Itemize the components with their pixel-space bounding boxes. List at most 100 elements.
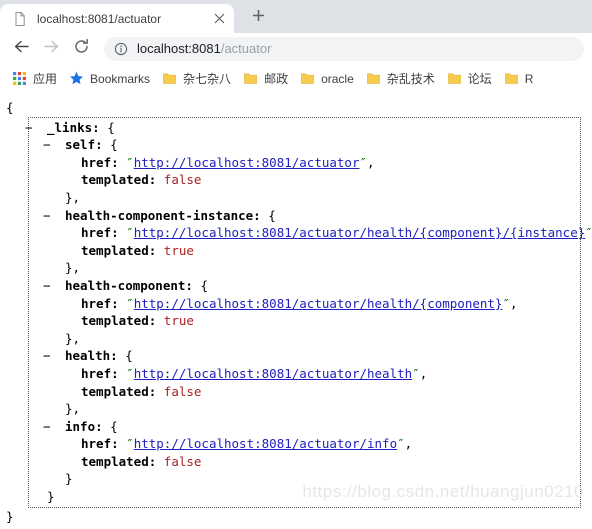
json-href-link[interactable]: http://localhost:8081/actuator/health: [134, 366, 412, 381]
json-href-link[interactable]: http://localhost:8081/actuator/health/{c…: [134, 296, 503, 311]
bookmarks-bar: 应用 Bookmarks 杂七杂八 邮政 oracle 杂乱技术 论坛 R: [0, 65, 592, 93]
json-comma: ,: [404, 436, 413, 452]
json-templated-key: templated:: [81, 313, 157, 329]
bookmark-apps[interactable]: 应用: [6, 68, 63, 90]
close-icon[interactable]: [210, 10, 228, 28]
collapse-toggle-entry[interactable]: −: [43, 347, 65, 365]
json-href-link[interactable]: http://localhost:8081/actuator/info: [134, 436, 397, 451]
json-quote-open: ″: [126, 225, 134, 241]
json-templated-row: templated: true: [29, 242, 580, 260]
json-entry-header: − self: {: [29, 136, 580, 154]
json-templated-value: false: [163, 453, 202, 469]
tab-title: localhost:8081/actuator: [37, 11, 162, 26]
json-entry-header: − info: {: [29, 418, 580, 436]
bookmark-label: 杂七杂八: [183, 71, 232, 86]
json-templated-key: templated:: [81, 383, 157, 399]
json-quote-open: ″: [126, 365, 134, 381]
back-button[interactable]: [8, 36, 34, 62]
collapse-toggle-entry[interactable]: −: [43, 136, 65, 154]
browser-toolbar: localhost:8081/actuator: [0, 33, 592, 65]
json-quote-open: ″: [126, 154, 134, 170]
json-href-key: href:: [81, 225, 119, 241]
bookmark-folder-3[interactable]: oracle: [294, 68, 360, 90]
json-entry-close: }: [65, 471, 73, 487]
json-entry-header: − health-component: {: [29, 277, 580, 295]
json-href-key: href:: [81, 365, 119, 381]
json-open-brace: {: [125, 348, 133, 364]
json-comma: ,: [510, 295, 518, 311]
json-entry-header: − health-component-instance: {: [29, 207, 580, 225]
json-entry-close: },: [65, 189, 81, 205]
json-comma: ,: [419, 365, 428, 381]
bookmark-label: Bookmarks: [90, 71, 151, 86]
new-tab-button[interactable]: [244, 4, 272, 32]
folder-icon: [447, 71, 463, 87]
json-templated-value: false: [163, 383, 202, 399]
address-bar[interactable]: localhost:8081/actuator: [104, 37, 584, 61]
back-arrow-icon: [13, 38, 30, 60]
info-circle-icon[interactable]: [114, 42, 128, 56]
json-quote-close: ″: [502, 295, 510, 311]
json-href-key: href:: [81, 154, 119, 170]
json-entry-key: self:: [65, 137, 103, 153]
json-href-link[interactable]: http://localhost:8081/actuator/health/{c…: [134, 225, 586, 240]
json-templated-row: templated: false: [29, 171, 580, 189]
json-quote-open: ″: [126, 295, 134, 311]
json-entry-close: },: [65, 260, 81, 276]
json-templated-key: templated:: [81, 172, 157, 188]
collapse-toggle-entry[interactable]: −: [43, 418, 65, 436]
json-key-links: _links:: [47, 119, 100, 135]
json-quote-close: ″: [397, 436, 405, 452]
json-templated-value: true: [163, 313, 194, 329]
collapse-toggle-entry[interactable]: −: [43, 207, 65, 225]
bookmark-label: R: [524, 71, 534, 86]
address-bar-text: localhost:8081/actuator: [137, 41, 271, 57]
json-links-header: − _links: {: [25, 119, 580, 137]
json-templated-value: false: [163, 172, 202, 188]
folder-icon: [366, 71, 382, 87]
json-open-brace: {: [107, 119, 115, 135]
folder-icon: [300, 71, 316, 87]
json-entry-header: − health: {: [29, 347, 580, 365]
json-quote-open: ″: [126, 436, 134, 452]
json-templated-value: true: [163, 242, 194, 258]
json-root-open-brace: {: [6, 100, 14, 115]
bookmark-bookmarks[interactable]: Bookmarks: [63, 68, 156, 90]
star-icon: [69, 71, 85, 87]
json-entry-key: health-component:: [65, 277, 193, 293]
json-href-row: href: ″http://localhost:8081/actuator/he…: [29, 224, 592, 242]
bookmark-label: 论坛: [467, 71, 492, 86]
bookmark-folder-1[interactable]: 杂七杂八: [156, 68, 237, 90]
json-href-key: href:: [81, 295, 119, 311]
json-href-row: href: ″http://localhost:8081/actuator/he…: [29, 295, 580, 313]
json-quote-close: ″: [359, 154, 368, 170]
bookmark-folder-5[interactable]: 论坛: [441, 68, 498, 90]
reload-icon: [73, 38, 90, 60]
json-entry-close: },: [65, 401, 81, 417]
bookmark-folder-6[interactable]: R: [498, 68, 540, 90]
address-host: localhost:8081: [137, 41, 221, 56]
forward-arrow-icon: [43, 38, 60, 60]
json-templated-row: templated: true: [29, 312, 580, 330]
folder-icon: [504, 71, 520, 87]
apps-grid-icon: [12, 71, 28, 87]
json-entry-key: health:: [65, 348, 118, 364]
bookmark-folder-4[interactable]: 杂乱技术: [360, 68, 441, 90]
json-entry-close: },: [65, 330, 81, 346]
json-href-key: href:: [81, 436, 119, 452]
json-links-box: − _links: { − self: { href: ″http://localh…: [25, 116, 592, 508]
json-href-row: href: ″http://localhost:8081/actuator″,: [29, 154, 580, 172]
reload-button[interactable]: [68, 36, 94, 62]
json-entry-key: health-component-instance:: [65, 207, 261, 223]
json-entry-key: info:: [65, 418, 103, 434]
json-href-link[interactable]: http://localhost:8081/actuator: [134, 155, 360, 170]
json-open-brace: {: [268, 207, 276, 223]
forward-button[interactable]: [38, 36, 64, 62]
browser-tab[interactable]: localhost:8081/actuator: [0, 4, 234, 33]
json-templated-row: templated: false: [29, 383, 580, 401]
json-root-close-brace: }: [6, 508, 14, 524]
bookmark-folder-2[interactable]: 邮政: [237, 68, 294, 90]
collapse-toggle-entry[interactable]: −: [43, 277, 65, 295]
folder-icon: [243, 71, 259, 87]
collapse-toggle-links[interactable]: −: [25, 119, 47, 137]
